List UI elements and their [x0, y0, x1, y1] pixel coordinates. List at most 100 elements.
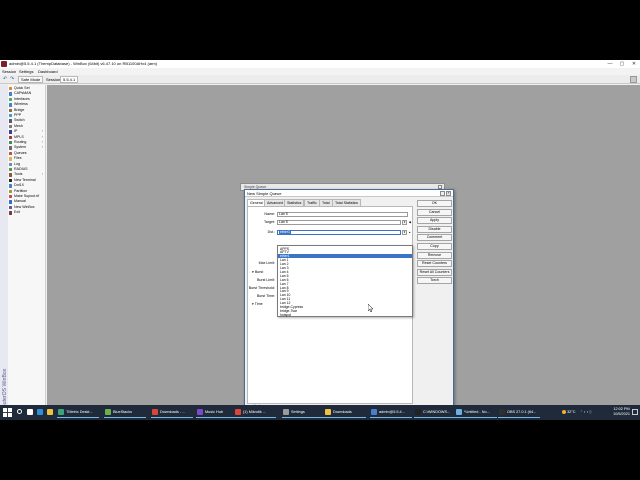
menu-dashboard[interactable]: Dashboard: [38, 68, 58, 75]
taskbar-settings-button[interactable]: Settings: [282, 407, 324, 418]
taskbar-winbox-task-button[interactable]: admin@5.5.4...: [370, 407, 412, 418]
dialog-restore-icon[interactable]: [440, 191, 445, 196]
dst-remove-icon[interactable]: ▴: [409, 230, 411, 235]
menu-session[interactable]: Session: [2, 68, 16, 75]
redo-icon[interactable]: ↷: [10, 75, 14, 84]
cancel-button[interactable]: Cancel: [417, 208, 452, 216]
tab-advanced[interactable]: Advanced: [264, 199, 286, 206]
taskbar-music-hub-button[interactable]: Music Hub: [196, 407, 238, 418]
taskbar-cmd-button[interactable]: C:\WINDOWS...: [414, 407, 456, 418]
edge-icon: [37, 409, 43, 415]
taskbar-tmetric-button[interactable]: TMetric Deskt...: [57, 407, 99, 418]
exit-icon: [9, 211, 12, 215]
new-simple-queue-dialog: New Simple Queue × General Advanced Stat…: [244, 189, 454, 408]
obs-icon: [499, 409, 505, 415]
disable-button[interactable]: Disable: [417, 225, 452, 233]
taskbar-chrome-button[interactable]: (1) Mikrotik ...: [234, 407, 276, 418]
ip-icon: [9, 130, 12, 134]
dst-dropdown-icon[interactable]: ▾: [402, 230, 407, 235]
taskbar-edge-button[interactable]: [36, 407, 45, 418]
dst-select[interactable]: ether1: [277, 230, 401, 235]
comment-button[interactable]: Comment: [417, 234, 452, 242]
manual-icon: [9, 200, 12, 204]
routing-icon: [9, 141, 12, 145]
apply-button[interactable]: Apply: [417, 217, 452, 225]
tab-traffic[interactable]: Traffic: [304, 199, 320, 206]
mouse-cursor: [368, 304, 373, 312]
folder-icon: [325, 409, 331, 415]
max-limit-label: Max Limit:: [258, 261, 275, 265]
queues-icon: [9, 151, 12, 156]
lock-icon: [630, 76, 637, 83]
name-input[interactable]: Lan 5: [277, 212, 408, 217]
taskbar-chrome-button[interactable]: Downloads - ...: [151, 407, 193, 418]
safe-mode-button[interactable]: Safe Mode: [18, 76, 44, 83]
dialog-close-icon[interactable]: ×: [446, 191, 451, 196]
switch-icon: [9, 119, 12, 123]
tab-total[interactable]: Total: [319, 199, 333, 206]
ppp-icon: [9, 114, 12, 118]
partition-icon: [9, 189, 12, 193]
burst-label[interactable]: ▾ Burst: [252, 270, 268, 275]
target-dropdown-icon[interactable]: ▾: [402, 220, 407, 225]
weather-widget[interactable]: 32°C: [562, 407, 576, 418]
undo-icon[interactable]: ↶: [3, 75, 7, 84]
dropdown-option[interactable]: hotspot: [278, 313, 412, 317]
dot1x-icon: [9, 184, 12, 188]
time-label[interactable]: ▾ Time: [252, 302, 268, 307]
taskbar-app-label: OBS 27.0.1 (64...: [507, 410, 537, 414]
wireless-icon: [9, 103, 12, 107]
minimize-button[interactable]: —: [604, 60, 616, 68]
search-icon: [17, 409, 22, 414]
maximize-button[interactable]: ▢: [616, 60, 628, 68]
notification-icon[interactable]: [632, 409, 638, 415]
mpls-icon: [9, 135, 12, 139]
dst-dropdown-list[interactable]: APPS APTV ether1 Lan 1 Lan 2 Lan 3 Lan 4 Lan 5L…: [277, 245, 413, 317]
taskbar-task-view-button[interactable]: [26, 407, 35, 418]
tmetric-icon: [58, 409, 64, 415]
remove-button[interactable]: Remove: [417, 251, 452, 259]
reset-counters-button[interactable]: Reset Counters: [417, 260, 452, 268]
winbox-icon: [9, 205, 12, 210]
sidebar-item-exit[interactable]: Exit: [8, 210, 46, 215]
taskbar-app-label: Settings: [291, 410, 305, 414]
terminal-icon: [9, 178, 12, 183]
target-add-icon[interactable]: ◆: [409, 220, 411, 225]
dialog-title: New Simple Queue: [247, 191, 282, 196]
dst-label: Dst.:: [267, 230, 275, 234]
menu-settings[interactable]: Settings: [19, 68, 33, 75]
sidebar-item-label: Exit: [14, 210, 20, 215]
tab-statistics[interactable]: Statistics: [284, 199, 305, 206]
target-label: Target:: [264, 220, 275, 224]
copy-button[interactable]: Copy: [417, 243, 452, 250]
reset-all-counters-button[interactable]: Reset All Counters: [417, 268, 452, 276]
taskbar: TMetric Deskt... BlueStacks Downloads - ..…: [0, 405, 640, 420]
supout-icon: [9, 195, 12, 199]
window-title: admin@5.5.4.1 (ThempDatabase) - WinBox (…: [9, 61, 158, 66]
weather-text: 32°C: [567, 410, 576, 414]
title-bar: admin@5.5.4.1 (ThempDatabase) - WinBox (…: [0, 60, 640, 68]
windows-start-icon[interactable]: [3, 408, 12, 417]
taskbar-notepad-button[interactable]: *Untitled - No...: [455, 407, 497, 418]
radius-icon: [9, 168, 12, 172]
taskbar-obs-button[interactable]: OBS 27.0.1 (64...: [498, 407, 540, 418]
clock[interactable]: 12:02 PM 10/5/2021: [613, 407, 630, 417]
tools-icon: [9, 173, 12, 177]
dst-selected-value: ether1: [279, 230, 291, 234]
ok-button[interactable]: OK: [417, 200, 452, 207]
taskbar-bluestacks-button[interactable]: BlueStacks: [104, 407, 146, 418]
torch-button[interactable]: Torch: [417, 277, 452, 285]
close-button[interactable]: ✕: [628, 60, 640, 68]
tab-total-statistics[interactable]: Total Statistics: [332, 199, 361, 206]
target-input[interactable]: Lan 5: [277, 220, 401, 225]
taskbar-app-label: Downloads: [333, 410, 352, 414]
taskbar-app-label: C:\WINDOWS...: [423, 410, 451, 414]
taskbar-app-label: Music Hub: [205, 410, 223, 414]
bridge-icon: [9, 108, 12, 112]
system-tray-icons[interactable]: ⌃ ▪ ◗ ▯: [580, 409, 591, 415]
taskbar-app-label: admin@5.5.4...: [379, 410, 405, 414]
sidebar: RouterOS WinBox Quick Set CAPsMAN Interfac…: [0, 85, 46, 420]
taskbar-explorer-button[interactable]: [46, 407, 55, 418]
taskbar-search-button[interactable]: [16, 407, 25, 418]
taskbar-folder-button[interactable]: Downloads: [324, 407, 366, 418]
